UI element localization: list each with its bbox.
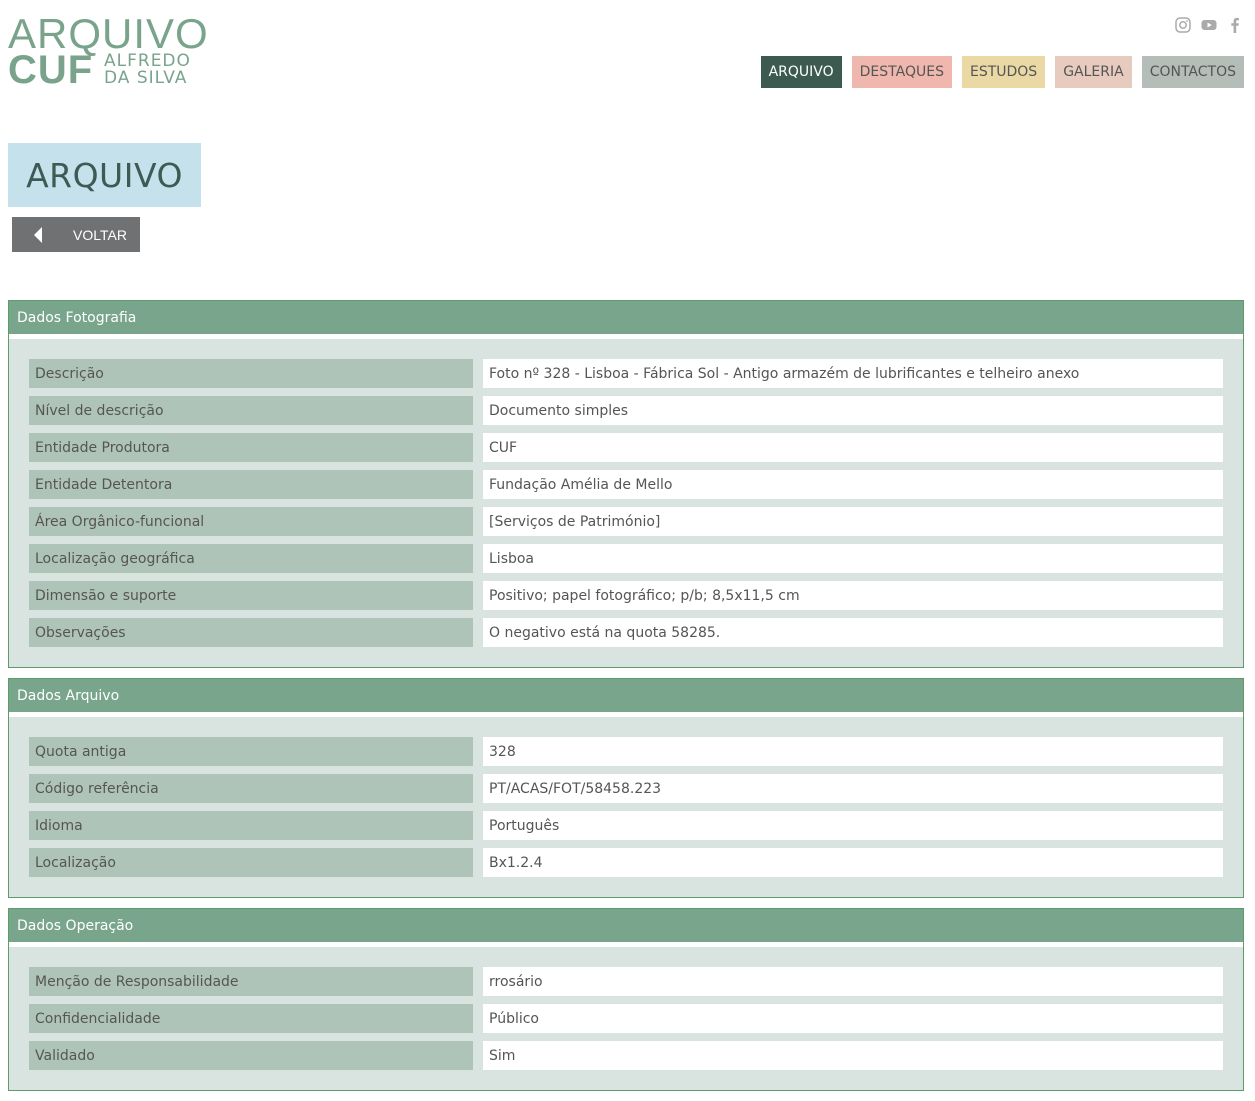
field-value: Público [483,1004,1223,1033]
back-button[interactable]: VOLTAR [12,217,140,252]
field-value: Fundação Amélia de Mello [483,470,1223,499]
main-nav: ARQUIVO DESTAQUES ESTUDOS GALERIA CONTAC… [760,56,1244,88]
field-row: Localização Bx1.2.4 [29,848,1223,877]
field-value: CUF [483,433,1223,462]
field-label: Entidade Detentora [29,470,473,499]
section-dados-operacao: Dados Operação Menção de Responsabilidad… [8,908,1244,1091]
logo-subtitle-line2: DA SILVA [104,68,188,88]
field-label: Área Orgânico-funcional [29,507,473,536]
field-label: Nível de descrição [29,396,473,425]
field-value: Português [483,811,1223,840]
field-label: Entidade Produtora [29,433,473,462]
field-row: Entidade Detentora Fundação Amélia de Mel… [29,470,1223,499]
field-value: Documento simples [483,396,1223,425]
section-title: Dados Arquivo [9,679,1243,717]
field-label: Menção de Responsabilidade [29,967,473,996]
field-value: rrosário [483,967,1223,996]
field-row: Validado Sim [29,1041,1223,1070]
field-row: Idioma Português [29,811,1223,840]
caret-left-icon [34,226,42,243]
field-label: Código referência [29,774,473,803]
field-label: Confidencialidade [29,1004,473,1033]
facebook-icon[interactable] [1227,17,1243,33]
section-title: Dados Fotografia [9,301,1243,339]
logo-text-cuf: CUF [8,48,94,92]
field-row: Menção de Responsabilidade rrosário [29,967,1223,996]
field-value: Foto nº 328 - Lisboa - Fábrica Sol - Ant… [483,359,1223,388]
field-label: Localização geográfica [29,544,473,573]
section-title: Dados Operação [9,909,1243,947]
field-value: [Serviços de Património] [483,507,1223,536]
field-value: PT/ACAS/FOT/58458.223 [483,774,1223,803]
field-label: Localização [29,848,473,877]
field-row: Entidade Produtora CUF [29,433,1223,462]
instagram-icon[interactable] [1175,17,1191,33]
section-dados-fotografia: Dados Fotografia Descrição Foto nº 328 - … [8,300,1244,668]
field-row: Observações O negativo está na quota 5828… [29,618,1223,647]
nav-item-destaques[interactable]: DESTAQUES [851,56,952,88]
field-row: Descrição Foto nº 328 - Lisboa - Fábrica … [29,359,1223,388]
nav-item-galeria[interactable]: GALERIA [1055,56,1132,88]
field-label: Observações [29,618,473,647]
field-value: Lisboa [483,544,1223,573]
field-value: Bx1.2.4 [483,848,1223,877]
field-label: Idioma [29,811,473,840]
field-row: Código referência PT/ACAS/FOT/58458.223 [29,774,1223,803]
field-row: Quota antiga 328 [29,737,1223,766]
back-button-label: VOLTAR [73,226,127,243]
youtube-icon[interactable] [1201,17,1217,33]
field-value: Sim [483,1041,1223,1070]
page-title: ARQUIVO [8,143,201,207]
nav-item-estudos[interactable]: ESTUDOS [961,56,1046,88]
field-row: Confidencialidade Público [29,1004,1223,1033]
field-label: Dimensão e suporte [29,581,473,610]
field-label: Validado [29,1041,473,1070]
section-dados-arquivo: Dados Arquivo Quota antiga 328 Código ref… [8,678,1244,898]
social-links [1175,17,1243,33]
field-label: Descrição [29,359,473,388]
nav-item-arquivo[interactable]: ARQUIVO [760,56,842,88]
site-logo[interactable]: ARQUIVO CUF ALFREDO DA SILVA [8,13,218,92]
field-value: O negativo está na quota 58285. [483,618,1223,647]
field-row: Dimensão e suporte Positivo; papel fotogr… [29,581,1223,610]
field-value: 328 [483,737,1223,766]
field-row: Área Orgânico-funcional [Serviços de Patr… [29,507,1223,536]
field-row: Nível de descrição Documento simples [29,396,1223,425]
nav-item-contactos[interactable]: CONTACTOS [1141,56,1244,88]
field-value: Positivo; papel fotográfico; p/b; 8,5x11… [483,581,1223,610]
logo-subtitle: ALFREDO DA SILVA [104,53,191,87]
field-row: Localização geográfica Lisboa [29,544,1223,573]
field-label: Quota antiga [29,737,473,766]
